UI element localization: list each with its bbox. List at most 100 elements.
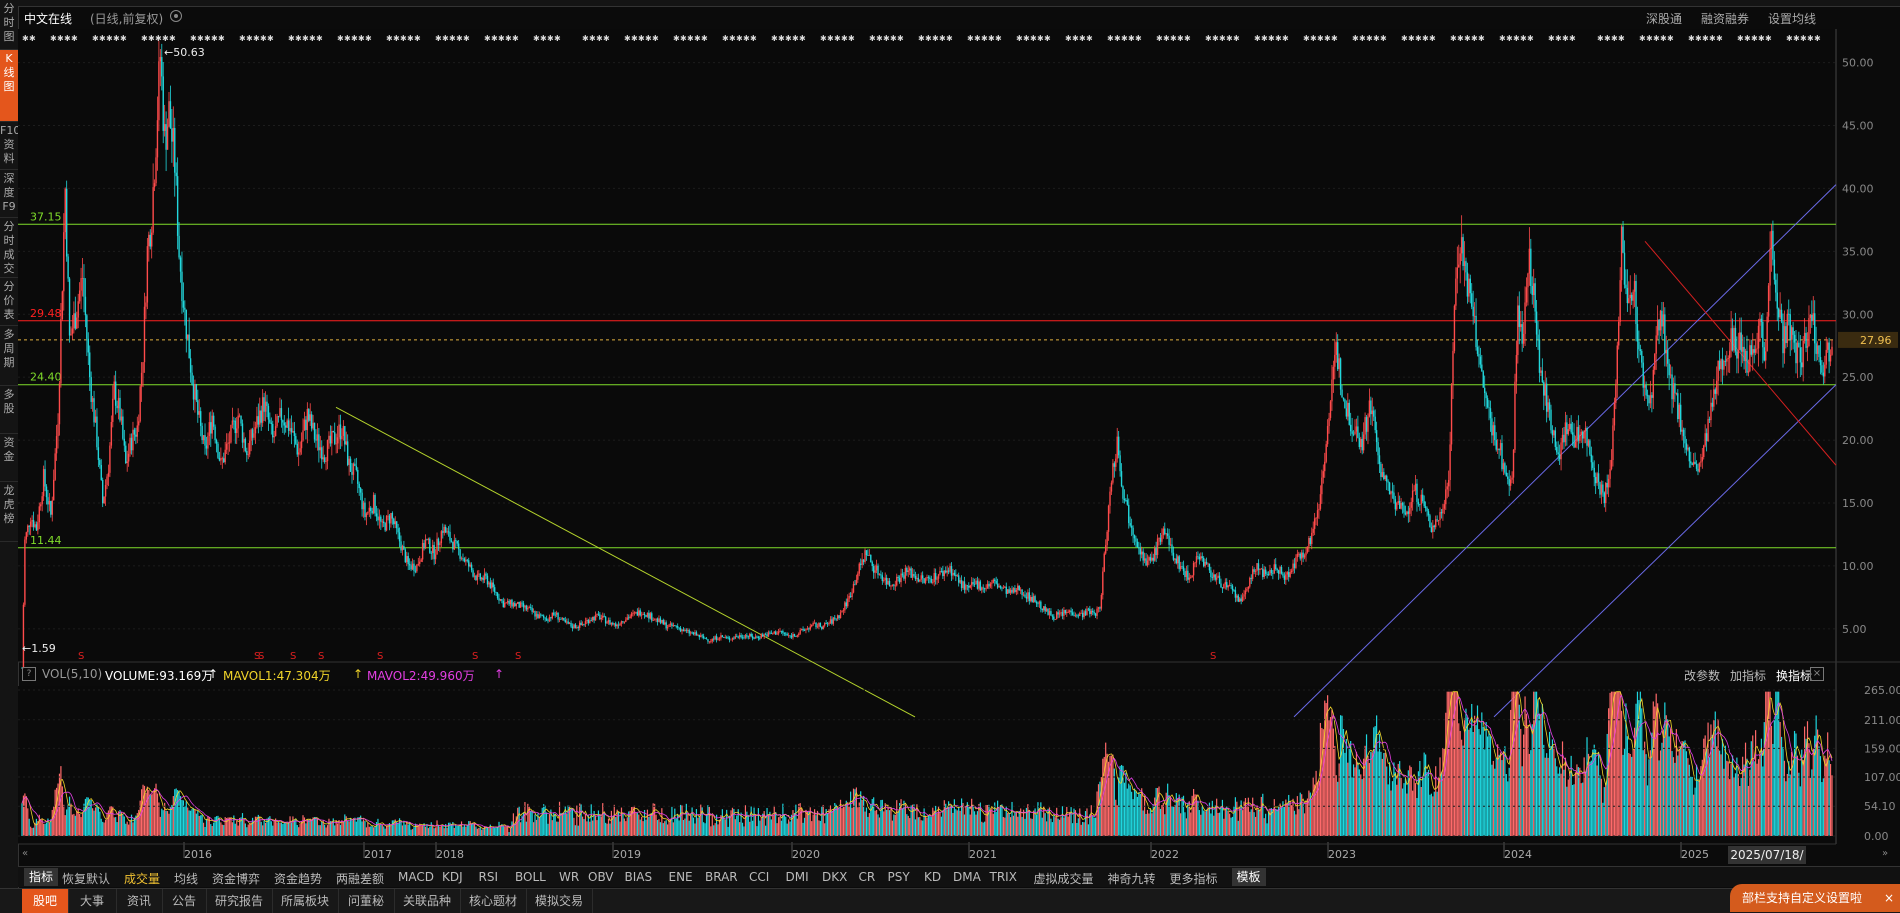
signal-mark: ✱ bbox=[1513, 34, 1520, 43]
volume-bar bbox=[870, 803, 872, 836]
candle-body bbox=[1201, 556, 1203, 558]
custom-settings-toast[interactable]: 部栏支持自定义设置啦 × bbox=[1730, 884, 1900, 912]
bottom-tab-5[interactable]: 所属板块 bbox=[272, 889, 339, 913]
bottom-tab-4[interactable]: 研究报告 bbox=[206, 889, 273, 913]
candle-body bbox=[956, 575, 958, 577]
candle-body bbox=[116, 405, 118, 409]
indicator-21[interactable]: KD bbox=[924, 870, 941, 884]
candle-body bbox=[527, 607, 529, 610]
bottom-tab-3[interactable]: 公告 bbox=[162, 889, 207, 913]
volume-bar bbox=[812, 814, 814, 836]
help-icon[interactable]: ? bbox=[22, 667, 36, 681]
bottom-tab-0[interactable]: 股吧 bbox=[22, 889, 69, 913]
candle-body bbox=[1145, 558, 1147, 566]
candle-body bbox=[537, 614, 539, 619]
indicator-2[interactable]: 成交量 bbox=[124, 870, 160, 887]
volume-bar bbox=[1436, 791, 1438, 836]
kline-chart[interactable]: ✱ ✱ ✱ ✱ ✱ ✱ ✱ ✱ ✱ ✱ ✱ ✱ ✱ ✱ ✱ ✱ ✱ ✱ ✱ ✱ ✱ ✱ ✱ ✱ ✱ ✱ ✱ ✱ ✱ ✱ ✱ ✱ ✱ ✱ ✱ ✱ ✱ ✱ ✱ ✱… bbox=[0, 0, 1900, 912]
candle-body bbox=[130, 437, 133, 451]
candle-body bbox=[1089, 608, 1091, 615]
switch-indicator-button[interactable]: 换指标 bbox=[1776, 667, 1812, 684]
volume-bar bbox=[1510, 709, 1512, 836]
indicator-19[interactable]: CR bbox=[859, 870, 876, 884]
candle-body bbox=[1130, 525, 1133, 528]
indicator-10[interactable]: BOLL bbox=[515, 870, 546, 884]
bottom-tab-9[interactable]: 模拟交易 bbox=[526, 889, 593, 913]
volume-bar bbox=[714, 823, 716, 836]
scroll-right-icon[interactable]: » bbox=[1882, 848, 1892, 860]
volume-bar bbox=[373, 827, 375, 836]
indicator-22[interactable]: DMA bbox=[953, 870, 981, 884]
candle-body bbox=[1573, 434, 1575, 448]
indicator-27[interactable]: 模板 bbox=[1231, 868, 1266, 886]
bottom-tab-1[interactable]: 大事 bbox=[68, 889, 117, 913]
bottom-tab-2[interactable]: 资讯 bbox=[116, 889, 163, 913]
candle-body bbox=[1498, 448, 1500, 451]
volume-bar bbox=[723, 816, 725, 836]
candle-body bbox=[1786, 313, 1789, 344]
s-signal-marker: S bbox=[377, 651, 383, 662]
add-indicator-button[interactable]: 加指标 bbox=[1730, 667, 1766, 684]
volume-bar bbox=[678, 820, 680, 836]
indicator-13[interactable]: BIAS bbox=[625, 870, 653, 884]
candle-body bbox=[1184, 571, 1186, 578]
bottom-tab-6[interactable]: 问董秘 bbox=[338, 889, 395, 913]
candle-body bbox=[991, 582, 993, 584]
candle-body bbox=[1583, 430, 1585, 439]
volume-bar bbox=[1403, 783, 1405, 836]
indicator-25[interactable]: 神奇九转 bbox=[1108, 870, 1156, 887]
indicator-7[interactable]: MACD bbox=[398, 870, 434, 884]
candle-body bbox=[1671, 374, 1673, 400]
candle-body bbox=[1410, 501, 1412, 508]
volume-bar bbox=[1311, 798, 1313, 836]
indicator-9[interactable]: RSI bbox=[479, 870, 499, 884]
indicator-26[interactable]: 更多指标 bbox=[1170, 870, 1218, 887]
candle-body bbox=[65, 188, 68, 257]
indicator-5[interactable]: 资金趋势 bbox=[274, 870, 322, 887]
candle-body bbox=[708, 641, 711, 643]
candle-body bbox=[1322, 471, 1324, 478]
volume-bar bbox=[1054, 817, 1056, 836]
indicator-16[interactable]: CCI bbox=[749, 870, 769, 884]
candle-body bbox=[338, 424, 340, 438]
bottom-tab-7[interactable]: 关联品种 bbox=[394, 889, 461, 913]
candle-body bbox=[1097, 607, 1100, 609]
indicator-18[interactable]: DKX bbox=[822, 870, 847, 884]
indicator-0[interactable]: 指标 bbox=[24, 868, 59, 886]
candle-body bbox=[1067, 611, 1069, 613]
volume-bar bbox=[383, 826, 385, 836]
volume-bar bbox=[289, 816, 291, 836]
volume-bar bbox=[1727, 761, 1729, 836]
volume-bar bbox=[1698, 780, 1701, 836]
bottom-tab-8[interactable]: 核心题材 bbox=[460, 889, 527, 913]
indicator-1[interactable]: 恢复默认 bbox=[62, 870, 110, 887]
candle-body bbox=[230, 424, 232, 443]
volume-bar bbox=[1662, 729, 1664, 836]
indicator-4[interactable]: 资金博弈 bbox=[212, 870, 260, 887]
volume-bar bbox=[1112, 754, 1114, 836]
volume-bar bbox=[1508, 767, 1510, 836]
signal-mark: ✱ bbox=[1233, 34, 1240, 43]
indicator-15[interactable]: BRAR bbox=[705, 870, 738, 884]
indicator-11[interactable]: WR bbox=[559, 870, 579, 884]
edit-params-button[interactable]: 改参数 bbox=[1684, 667, 1720, 684]
indicator-23[interactable]: TRIX bbox=[990, 870, 1017, 884]
volume-bar bbox=[305, 823, 307, 836]
indicator-6[interactable]: 两融差额 bbox=[336, 870, 384, 887]
indicator-12[interactable]: OBV bbox=[588, 870, 614, 884]
candle-body bbox=[1626, 287, 1629, 304]
toast-close-icon[interactable]: × bbox=[1884, 884, 1894, 912]
indicator-20[interactable]: PSY bbox=[888, 870, 910, 884]
scroll-left-icon[interactable]: « bbox=[22, 848, 32, 860]
indicator-8[interactable]: KDJ bbox=[442, 870, 463, 884]
indicator-3[interactable]: 均线 bbox=[174, 870, 198, 887]
close-icon[interactable]: × bbox=[1810, 667, 1824, 681]
volume-bar bbox=[545, 812, 548, 836]
candle-body bbox=[1413, 490, 1415, 492]
indicator-17[interactable]: DMI bbox=[786, 870, 809, 884]
candle-body bbox=[1318, 508, 1320, 511]
candle-body bbox=[1107, 505, 1110, 532]
indicator-14[interactable]: ENE bbox=[669, 870, 693, 884]
indicator-24[interactable]: 虚拟成交量 bbox=[1034, 870, 1094, 887]
volume-bar bbox=[1093, 817, 1095, 836]
